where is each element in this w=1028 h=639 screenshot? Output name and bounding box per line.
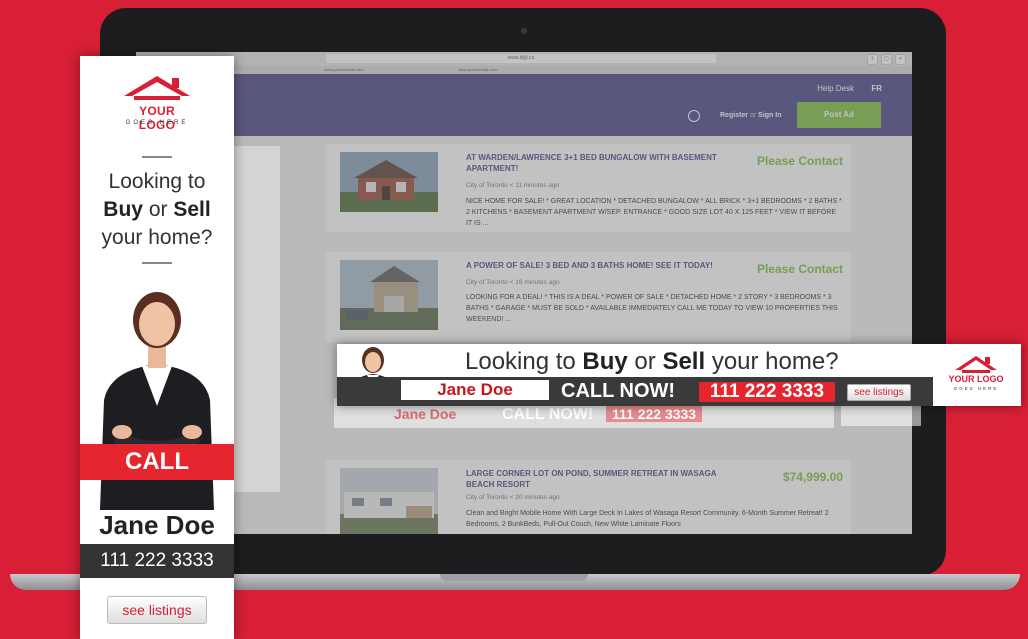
tower-headline: Looking to Buy or Sell your home?	[84, 168, 230, 252]
ghost-banner-callnow: CALL NOW!	[502, 406, 594, 423]
banner-call-now: CALL NOW!	[561, 380, 676, 402]
leaderboard-ad[interactable]: Looking to Buy or Sell your home? Jane D…	[337, 344, 1021, 406]
banner-headline-post: your home?	[705, 348, 839, 375]
laptop-screen: www.kijiji.ca ⇧ ▢ + www.yourwebsite.com …	[136, 52, 912, 534]
headline-sell: Sell	[173, 198, 211, 221]
logo-subtext: GOES HERE	[125, 120, 189, 126]
agent-name: Jane Doe	[99, 510, 215, 540]
logo-text: YOUR LOGO	[138, 104, 176, 132]
banner-headline-sell: Sell	[662, 348, 706, 375]
banner-headline: Looking to Buy or Sell your home?	[465, 348, 839, 376]
call-label: CALL	[80, 444, 234, 480]
banner-agent-name: Jane Doe	[437, 380, 513, 399]
skyscraper-ad[interactable]: YOUR LOGO GOES HERE Looking to Buy or Se…	[80, 56, 234, 639]
house-logo-icon	[955, 356, 997, 373]
divider	[142, 156, 172, 158]
banner-see-listings-button[interactable]: see listings	[847, 384, 911, 401]
ghost-banner-phone: 111 222 3333	[606, 406, 703, 422]
banner-logo-subtext: GOES HERE	[953, 386, 999, 391]
camera-dot	[521, 28, 527, 34]
headline-line-3: your home?	[101, 226, 213, 249]
headline-line-1: Looking to	[108, 170, 206, 193]
headline-or: or	[142, 198, 174, 221]
banner-headline-pre: Looking to	[465, 348, 583, 375]
ghost-banner-name: Jane Doe	[394, 406, 457, 422]
banner-logo: YOUR LOGO GOES HERE	[937, 350, 1017, 402]
agent-phone[interactable]: 111 222 3333	[80, 544, 234, 578]
headline-line-2: Buy or Sell	[84, 196, 230, 224]
logo: YOUR LOGO GOES HERE	[120, 74, 194, 136]
laptop-notch	[440, 574, 588, 581]
ghost-tower-ad	[234, 146, 280, 492]
banner-logo-text: YOUR LOGO	[948, 374, 1004, 384]
headline-buy: Buy	[103, 198, 143, 221]
see-listings-button[interactable]: see listings	[107, 596, 207, 624]
banner-headline-buy: Buy	[582, 348, 628, 375]
house-logo-icon	[124, 76, 190, 100]
divider	[142, 262, 172, 264]
banner-phone[interactable]: 111 222 3333	[699, 382, 835, 402]
banner-headline-or: or	[627, 348, 663, 375]
